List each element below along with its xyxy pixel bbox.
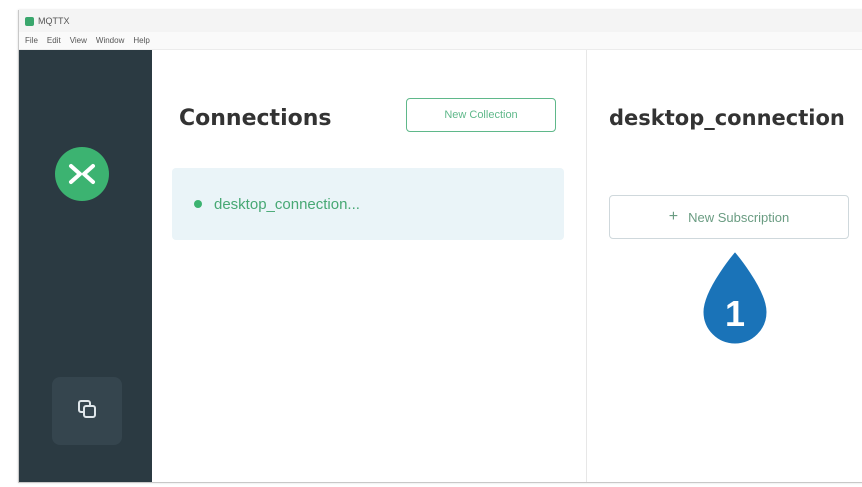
- menu-help[interactable]: Help: [133, 36, 149, 45]
- menu-view[interactable]: View: [70, 36, 87, 45]
- step-callout-number: 1: [725, 293, 745, 334]
- title-bar: MQTTX: [19, 10, 862, 32]
- new-subscription-button[interactable]: + New Subscription: [609, 195, 849, 239]
- connections-panel: Connections New Collection desktop_conne…: [152, 50, 587, 482]
- window-title: MQTTX: [38, 16, 70, 26]
- connections-title: Connections: [179, 106, 332, 131]
- sidebar: [19, 50, 152, 482]
- menu-window[interactable]: Window: [96, 36, 124, 45]
- menu-edit[interactable]: Edit: [47, 36, 61, 45]
- status-dot-icon: [194, 200, 202, 208]
- mqttx-logo-icon[interactable]: [55, 147, 109, 201]
- plus-icon: +: [668, 208, 679, 225]
- new-subscription-label: New Subscription: [688, 209, 790, 225]
- app-icon: [25, 16, 34, 26]
- connection-item-label: desktop_connection...: [214, 195, 360, 213]
- menu-file[interactable]: File: [25, 36, 38, 45]
- menu-bar: File Edit View Window Help: [19, 32, 862, 50]
- connection-item[interactable]: desktop_connection...: [172, 168, 564, 240]
- connection-detail-title: desktop_connection: [609, 106, 845, 130]
- copy-button[interactable]: [52, 377, 122, 445]
- step-callout-marker: 1: [700, 247, 770, 347]
- new-collection-button[interactable]: New Collection: [406, 98, 556, 132]
- copy-icon: [76, 398, 98, 425]
